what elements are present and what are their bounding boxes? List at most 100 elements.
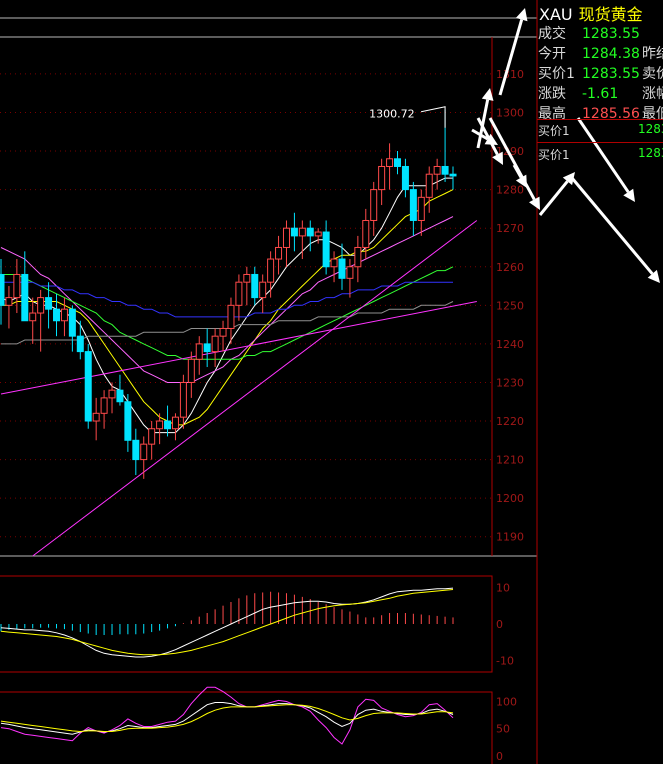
moving-average-line — [1, 189, 454, 426]
instrument-name: 现货黄金 — [578, 5, 643, 24]
macd-tick-label: 10 — [496, 581, 510, 594]
candle-body — [394, 158, 401, 167]
candle-body — [275, 246, 283, 260]
candle-body — [425, 173, 433, 198]
quote-panel: XAU 现货黄金 成交 1283.55 今开 1284.38昨结 买价1 1283.55… — [537, 0, 663, 764]
bid-row: 买价1 1283 — [538, 146, 663, 163]
macd-panel — [0, 587, 454, 658]
price-tick-label: 1190 — [496, 531, 524, 544]
macd-dea-line — [0, 589, 454, 656]
candle-body — [156, 420, 164, 430]
candle-body — [378, 165, 386, 191]
high-annotation-label: 1300.72 — [369, 108, 415, 121]
price-tick-label: 1280 — [496, 184, 524, 197]
quote-row-label: 今开 — [538, 46, 566, 62]
candle-body — [45, 297, 53, 310]
candle-body — [298, 227, 306, 237]
price-grid — [0, 73, 492, 538]
candle-body — [171, 416, 179, 430]
candle-body — [227, 304, 235, 329]
annotation-arrow-head — [515, 8, 528, 22]
candle-body — [100, 397, 108, 414]
quote-row-value: 1285.56 — [582, 106, 640, 122]
price-tick-label: 1210 — [496, 454, 524, 467]
price-tick-label: 1310 — [496, 68, 524, 81]
candle-body — [306, 227, 314, 237]
candle-body — [314, 231, 322, 237]
price-tick-label: 1200 — [496, 492, 524, 505]
candle-body — [219, 327, 227, 337]
candle-body — [449, 173, 457, 177]
candle-body — [362, 219, 370, 248]
kdj-tick-label: 0 — [496, 750, 503, 763]
candle-body — [5, 297, 13, 306]
quote-row-label: 买价1 — [538, 66, 575, 82]
quote-row-change: 涨跌 -1.61 涨幅 — [538, 84, 663, 104]
candle-body — [29, 312, 37, 322]
price-tick-label: 1230 — [496, 376, 524, 389]
candle-body — [243, 273, 251, 283]
candle-body — [386, 158, 394, 167]
candle-body — [187, 358, 195, 383]
candle-body — [251, 273, 259, 299]
quote-row-value: 1284.38 — [582, 46, 640, 62]
candle-body — [92, 412, 100, 422]
macd-tick-label: 0 — [496, 618, 503, 631]
candle-body — [164, 420, 172, 430]
candle-body — [84, 351, 92, 422]
bid-row-label: 买价1 — [538, 124, 570, 138]
candle-body — [68, 308, 76, 337]
quote-row-value: 1283.55 — [582, 66, 640, 82]
quote-title: XAU 现货黄金 — [539, 1, 643, 25]
candle-body — [370, 189, 378, 221]
price-tick-label: 1300 — [496, 106, 524, 119]
candle-body — [60, 308, 68, 322]
macd-dif-line — [0, 587, 454, 658]
candle-body — [21, 273, 29, 322]
kdj-panel-frame — [0, 691, 493, 764]
quote-row-extra: 昨结 — [642, 46, 663, 62]
price-panel-frame — [0, 36, 538, 557]
candle-body — [0, 273, 5, 306]
candle-body — [76, 335, 84, 353]
price-tick-label: 1240 — [496, 338, 524, 351]
quote-row-value: 1283.55 — [582, 26, 640, 42]
candle-body — [401, 165, 409, 191]
quote-row-high: 最高1285.56最低 — [538, 104, 663, 124]
candle-body — [203, 343, 211, 353]
quote-row-open: 今开 1284.38昨结 — [538, 44, 663, 64]
candle-body — [140, 443, 148, 461]
kdj-tick-label: 100 — [496, 695, 517, 708]
candle-body — [179, 381, 187, 418]
high-annotation: 1300.72 — [369, 106, 446, 128]
symbol-label: XAU — [539, 5, 573, 24]
candle-body — [211, 335, 219, 353]
bid-row-value: 1283 — [638, 146, 663, 160]
candle-body — [409, 189, 417, 221]
quote-row-bid: 买价1 1283.55卖价 — [538, 64, 663, 84]
candle-body — [235, 281, 243, 306]
price-tick-label: 1250 — [496, 299, 524, 312]
quote-row-value: -1.61 — [582, 86, 619, 102]
candle-body — [37, 297, 45, 314]
candle-body — [338, 258, 346, 279]
candle-body — [322, 231, 330, 268]
kdj-d-line — [0, 704, 454, 733]
candle-body — [124, 401, 132, 441]
bid-row-label: 买价1 — [538, 148, 570, 162]
moving-average-line — [1, 266, 454, 360]
price-tick-label: 1220 — [496, 415, 524, 428]
candle-body — [330, 258, 338, 268]
quote-row-extra: 涨幅 — [642, 86, 663, 102]
macd-tick-label: -10 — [496, 655, 514, 668]
quote-row-extra: 卖价 — [642, 66, 663, 82]
bid-row-value: 1283 — [638, 122, 663, 136]
trendlines — [0, 220, 478, 557]
bid-row: 买价1 1283 — [538, 122, 663, 139]
candle-body — [132, 439, 140, 461]
high-annotation-leader — [420, 106, 446, 128]
candle-body — [354, 246, 362, 268]
quote-row-label: 最高 — [538, 106, 566, 122]
candle-body — [346, 266, 354, 279]
candle-body — [433, 165, 441, 175]
